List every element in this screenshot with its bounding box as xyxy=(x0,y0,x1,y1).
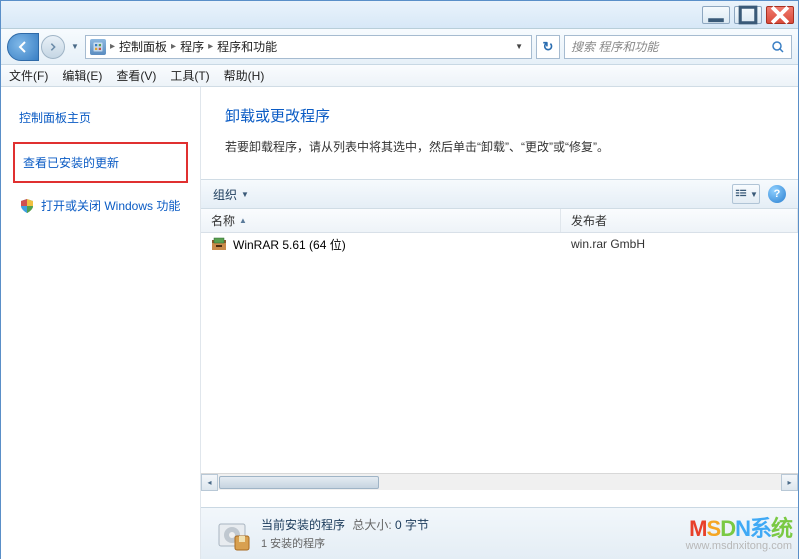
column-publisher[interactable]: 发布者 xyxy=(561,209,798,232)
nav-history-dropdown[interactable]: ▼ xyxy=(69,35,81,59)
close-button[interactable] xyxy=(766,6,794,24)
horizontal-scrollbar[interactable]: ◂ ▸ xyxy=(201,473,798,490)
breadcrumb-programs[interactable]: 程序 xyxy=(180,38,204,55)
shield-icon xyxy=(19,198,35,214)
table-header: 名称 ▲ 发布者 xyxy=(201,209,798,233)
minimize-button[interactable] xyxy=(702,6,730,24)
sidebar-view-installed-updates[interactable]: 查看已安装的更新 xyxy=(13,142,188,183)
navigation-bar: ▼ ▸ 控制面板 ▸ 程序 ▸ 程序和功能 ▼ ↻ 搜索 程序和功能 xyxy=(1,29,798,65)
scroll-right-button[interactable]: ▸ xyxy=(781,474,798,491)
refresh-button[interactable]: ↻ xyxy=(536,35,560,59)
search-icon xyxy=(771,40,785,54)
page-title: 卸载或更改程序 xyxy=(225,105,774,126)
address-bar[interactable]: ▸ 控制面板 ▸ 程序 ▸ 程序和功能 ▼ xyxy=(85,35,532,59)
window-titlebar xyxy=(1,1,798,29)
winrar-icon xyxy=(211,236,227,252)
installer-icon xyxy=(215,516,251,552)
status-bar: 当前安装的程序 总大小: 0 字节 1 安装的程序 xyxy=(201,507,798,559)
help-button[interactable]: ? xyxy=(768,185,786,203)
back-button[interactable] xyxy=(7,33,39,61)
column-name[interactable]: 名称 ▲ xyxy=(201,209,561,232)
address-dropdown[interactable]: ▼ xyxy=(511,42,527,51)
sort-indicator-icon: ▲ xyxy=(239,216,247,225)
breadcrumb-sep[interactable]: ▸ xyxy=(171,41,176,52)
program-name: WinRAR 5.61 (64 位) xyxy=(233,236,346,253)
menu-view[interactable]: 查看(V) xyxy=(116,67,156,84)
sidebar-windows-features[interactable]: 打开或关闭 Windows 功能 xyxy=(19,197,182,214)
main-content: 卸载或更改程序 若要卸载程序，请从列表中将其选中，然后单击“卸载”、“更改”或“… xyxy=(201,87,798,559)
organize-button[interactable]: 组织 ▼ xyxy=(213,186,249,203)
menu-file[interactable]: 文件(F) xyxy=(9,67,48,84)
search-placeholder: 搜索 程序和功能 xyxy=(571,38,658,55)
scroll-thumb[interactable] xyxy=(219,476,379,489)
breadcrumb-root[interactable]: 控制面板 xyxy=(119,38,167,55)
toolbar: 组织 ▼ ▼ ? xyxy=(201,179,798,209)
scroll-left-button[interactable]: ◂ xyxy=(201,474,218,491)
maximize-button[interactable] xyxy=(734,6,762,24)
table-row[interactable]: WinRAR 5.61 (64 位) win.rar GmbH xyxy=(201,233,798,255)
breadcrumb-sep[interactable]: ▸ xyxy=(110,41,115,52)
sidebar: 控制面板主页 查看已安装的更新 打开或关闭 Windows 功能 xyxy=(1,87,201,559)
program-publisher: win.rar GmbH xyxy=(571,237,788,251)
status-size-value: 0 字节 xyxy=(395,518,429,532)
breadcrumb-programs-features[interactable]: 程序和功能 xyxy=(217,38,277,55)
view-mode-button[interactable]: ▼ xyxy=(732,184,760,204)
menu-tools[interactable]: 工具(T) xyxy=(170,67,209,84)
chevron-down-icon: ▼ xyxy=(750,190,758,199)
status-size-label: 总大小: xyxy=(352,518,391,532)
programs-table: 名称 ▲ 发布者 xyxy=(201,209,798,507)
menu-help[interactable]: 帮助(H) xyxy=(224,67,265,84)
breadcrumb-sep[interactable]: ▸ xyxy=(208,41,213,52)
forward-button[interactable] xyxy=(41,35,65,59)
search-input[interactable]: 搜索 程序和功能 xyxy=(564,35,792,59)
sidebar-control-panel-home[interactable]: 控制面板主页 xyxy=(19,109,182,126)
organize-label: 组织 xyxy=(213,186,237,203)
status-count: 1 安装的程序 xyxy=(261,535,429,551)
control-panel-icon xyxy=(90,39,106,55)
menu-bar: 文件(F) 编辑(E) 查看(V) 工具(T) 帮助(H) xyxy=(1,65,798,87)
chevron-down-icon: ▼ xyxy=(241,190,249,199)
sidebar-windows-features-label: 打开或关闭 Windows 功能 xyxy=(41,197,180,214)
table-body: WinRAR 5.61 (64 位) win.rar GmbH xyxy=(201,233,798,473)
menu-edit[interactable]: 编辑(E) xyxy=(62,67,102,84)
status-label: 当前安装的程序 xyxy=(261,518,345,532)
page-description: 若要卸载程序，请从列表中将其选中，然后单击“卸载”、“更改”或“修复”。 xyxy=(225,138,774,155)
